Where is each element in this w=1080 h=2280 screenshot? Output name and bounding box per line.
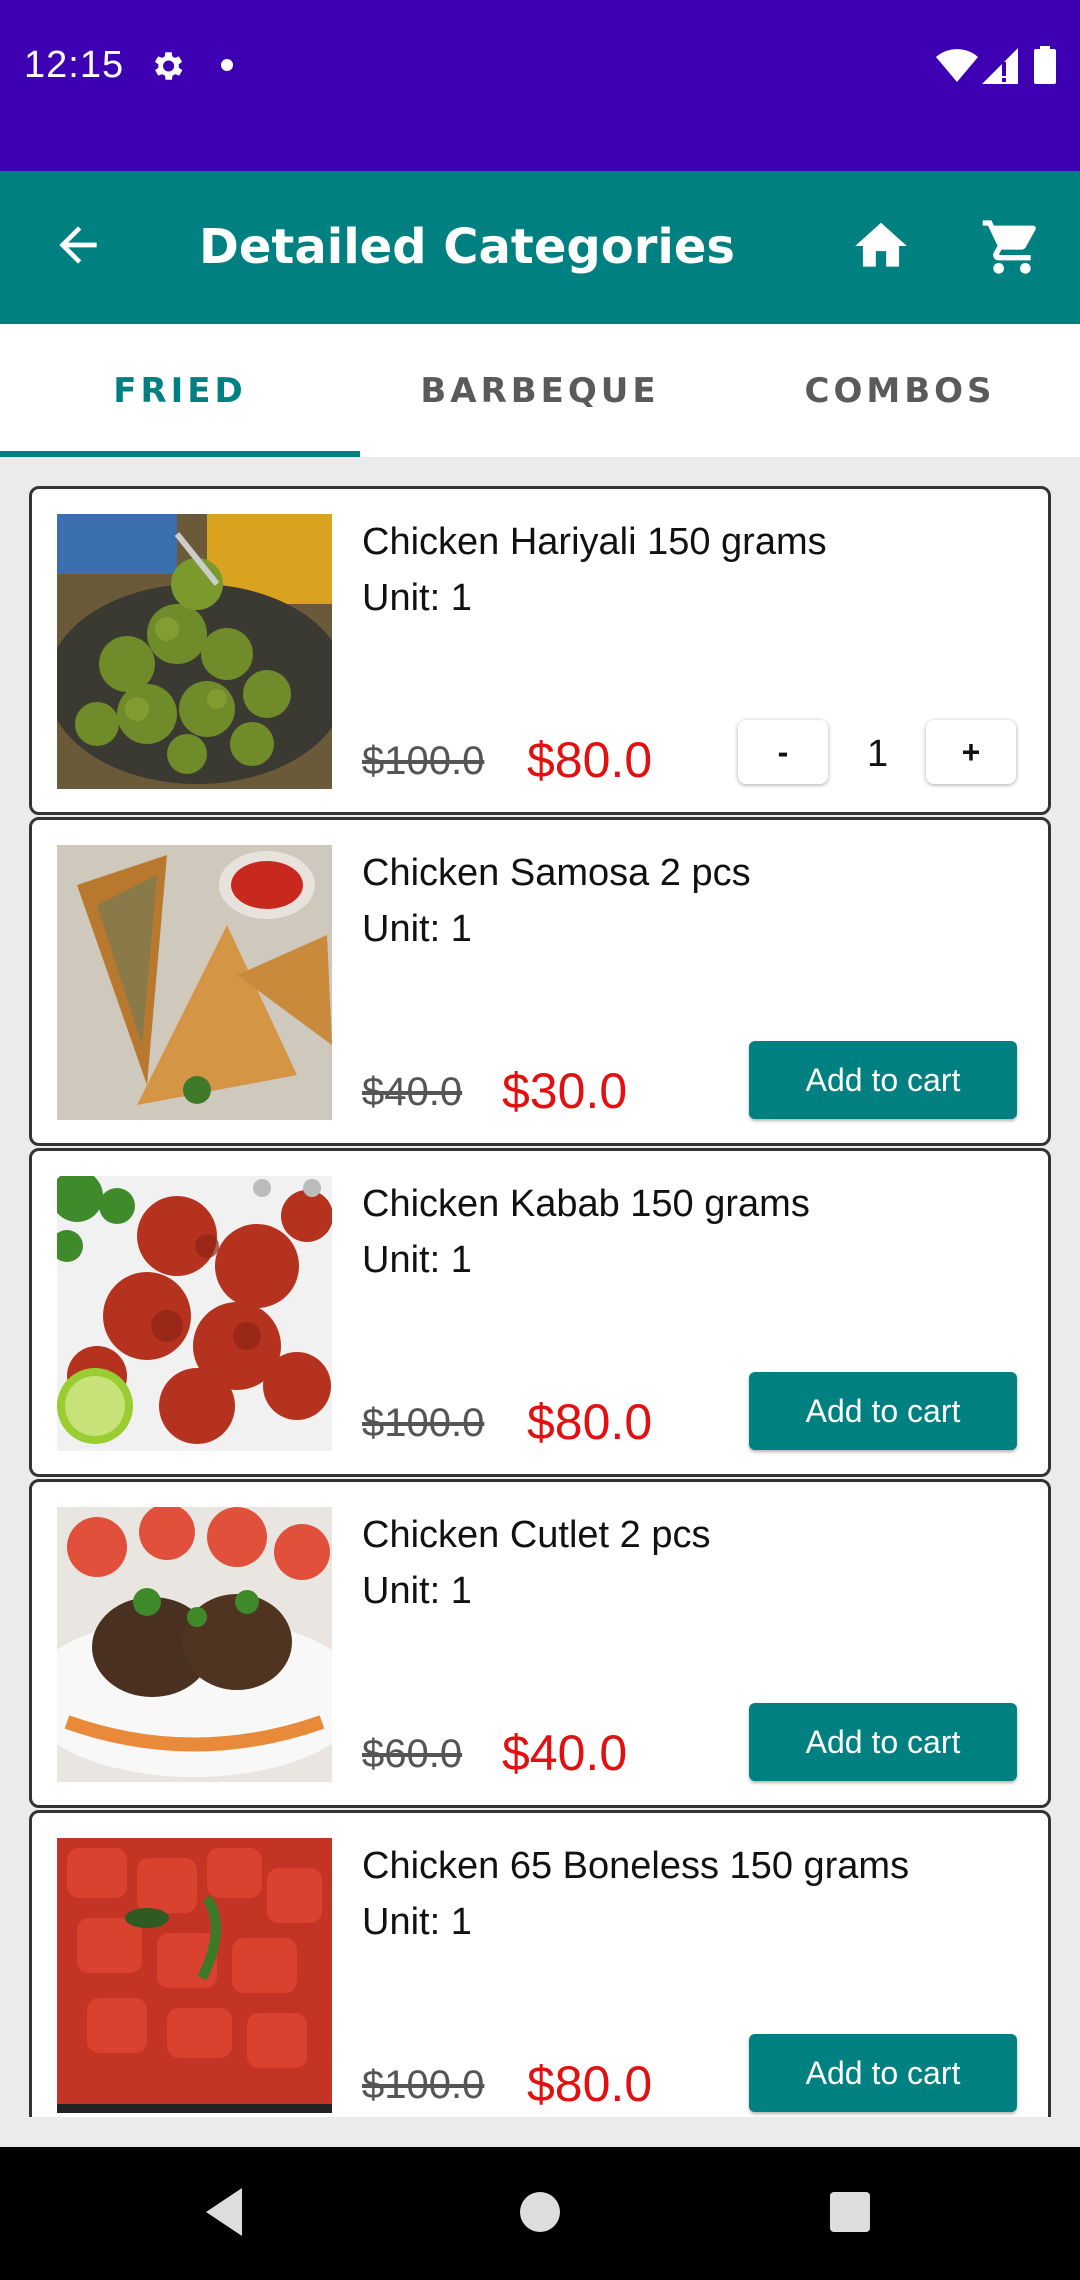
product-image — [57, 1176, 332, 1451]
system-nav-bar — [0, 2147, 1080, 2280]
product-unit: Unit: 1 — [362, 577, 472, 619]
product-name: Chicken Samosa 2 pcs — [362, 852, 751, 894]
add-to-cart-button[interactable]: Add to cart — [749, 2034, 1017, 2112]
increase-quantity-button[interactable]: + — [926, 720, 1016, 784]
product-image — [57, 514, 332, 789]
product-card[interactable]: Chicken Kabab 150 grams Unit: 1 $100.0 $… — [29, 1148, 1051, 1477]
home-icon[interactable] — [850, 215, 912, 282]
product-image — [57, 1507, 332, 1782]
decrease-quantity-button[interactable]: - — [738, 720, 828, 784]
page-title: Detailed Categories — [199, 219, 735, 275]
product-name: Chicken Kabab 150 grams — [362, 1183, 810, 1225]
tab-combos[interactable]: COMBOS — [720, 324, 1080, 457]
product-unit: Unit: 1 — [362, 1901, 472, 1943]
product-card[interactable]: Chicken Cutlet 2 pcs Unit: 1 $60.0 $40.0… — [29, 1479, 1051, 1808]
tab-barbeque[interactable]: BARBEQUE — [360, 324, 720, 457]
status-bar: 12:15 — [0, 0, 1080, 171]
product-name: Chicken Hariyali 150 grams — [362, 521, 827, 563]
battery-icon — [1034, 46, 1056, 89]
original-price: $40.0 — [362, 1070, 463, 1114]
nav-back-icon[interactable] — [202, 2184, 250, 2245]
product-unit: Unit: 1 — [362, 908, 472, 950]
sale-price: $80.0 — [527, 2056, 653, 2112]
nav-recents-icon[interactable] — [828, 2184, 872, 2245]
original-price: $100.0 — [362, 1401, 485, 1445]
product-name: Chicken Cutlet 2 pcs — [362, 1514, 711, 1556]
sale-price: $80.0 — [527, 1394, 653, 1450]
sale-price: $80.0 — [527, 732, 653, 788]
sale-price: $40.0 — [502, 1725, 628, 1781]
cart-icon[interactable] — [980, 215, 1044, 284]
product-image — [57, 1838, 332, 2113]
settings-icon — [148, 47, 186, 90]
product-list[interactable]: Chicken Hariyali 150 grams Unit: 1 $100.… — [0, 457, 1080, 2117]
add-to-cart-button[interactable]: Add to cart — [749, 1041, 1017, 1119]
quantity-value: 1 — [867, 733, 889, 775]
status-time: 12:15 — [24, 44, 125, 86]
product-card[interactable]: Chicken 65 Boneless 150 grams Unit: 1 $1… — [29, 1810, 1051, 2117]
nav-home-icon[interactable] — [518, 2184, 562, 2245]
signal-icon — [982, 48, 1018, 89]
sale-price: $30.0 — [502, 1063, 628, 1119]
add-to-cart-button[interactable]: Add to cart — [749, 1703, 1017, 1781]
product-image — [57, 845, 332, 1120]
original-price: $100.0 — [362, 739, 485, 783]
tab-fried[interactable]: FRIED — [0, 324, 360, 457]
original-price: $60.0 — [362, 1732, 463, 1776]
wifi-icon — [936, 48, 978, 87]
product-unit: Unit: 1 — [362, 1570, 472, 1612]
app-bar: Detailed Categories — [0, 171, 1080, 324]
product-card[interactable]: Chicken Hariyali 150 grams Unit: 1 $100.… — [29, 486, 1051, 815]
notification-dot-icon — [220, 58, 234, 77]
product-card[interactable]: Chicken Samosa 2 pcs Unit: 1 $40.0 $30.0… — [29, 817, 1051, 1146]
original-price: $100.0 — [362, 2063, 485, 2107]
add-to-cart-button[interactable]: Add to cart — [749, 1372, 1017, 1450]
product-name: Chicken 65 Boneless 150 grams — [362, 1845, 910, 1887]
product-unit: Unit: 1 — [362, 1239, 472, 1281]
category-tabs: FRIED BARBEQUE COMBOS — [0, 324, 1080, 457]
back-arrow-icon[interactable] — [50, 217, 106, 278]
